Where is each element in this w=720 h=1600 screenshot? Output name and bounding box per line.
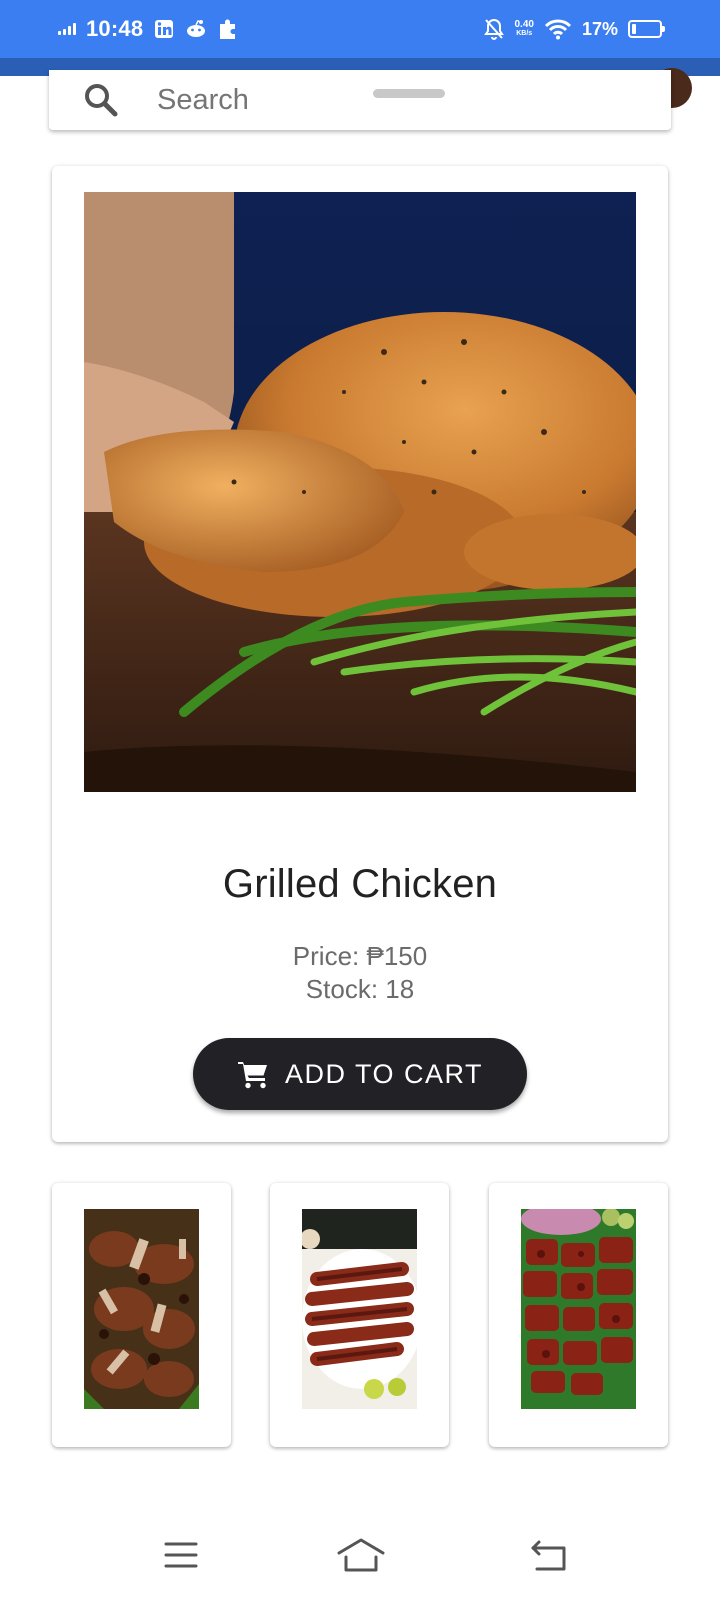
menu-button[interactable] xyxy=(146,1530,216,1580)
cart-icon xyxy=(237,1062,267,1089)
signal-icon xyxy=(58,23,76,35)
puzzle-icon xyxy=(217,18,239,40)
network-speed-value: 0.40 xyxy=(514,19,534,30)
product-name: Grilled Chicken xyxy=(222,862,498,906)
product-meta: Price: ₱150 Stock: 18 xyxy=(52,940,668,1006)
home-button[interactable] xyxy=(326,1530,396,1580)
battery-percent: 17% xyxy=(581,18,618,39)
add-to-cart-label: ADD TO CART xyxy=(284,1058,484,1089)
add-to-cart-button[interactable]: ADD TO CART xyxy=(193,1038,527,1110)
status-right: 0.40 KB/s 17% xyxy=(483,18,665,40)
search-bar xyxy=(49,70,671,130)
battery-icon xyxy=(628,20,665,38)
network-speed: 0.40 KB/s xyxy=(515,20,534,38)
linkedin-icon xyxy=(153,18,175,40)
product-card[interactable]: Grilled Chicken Price: ₱150 Stock: 18 AD… xyxy=(52,166,668,1142)
status-left: 10:48 xyxy=(58,16,239,42)
drag-handle[interactable] xyxy=(373,89,445,98)
status-time: 10:48 xyxy=(86,16,144,41)
battery-fill xyxy=(632,24,637,34)
back-button[interactable] xyxy=(514,1530,584,1580)
product-stock: Stock: 18 xyxy=(305,974,415,1004)
product-price: Price: ₱150 xyxy=(292,941,428,971)
pork-sisig-image xyxy=(521,1209,636,1409)
home-icon xyxy=(337,1538,385,1572)
search-icon[interactable] xyxy=(83,82,119,118)
reddit-icon xyxy=(185,18,207,40)
bbq-skewers-image xyxy=(302,1209,417,1409)
status-bar: 10:48 0.40 KB/s 17% xyxy=(0,0,720,58)
network-speed-unit: KB/s xyxy=(516,30,533,37)
thumbnail-card-3[interactable] xyxy=(489,1183,668,1447)
app-screen: 10:48 0.40 KB/s 17% Search Grilled Chick… xyxy=(0,0,720,1600)
menu-icon xyxy=(164,1542,198,1568)
thumbnail-card-2[interactable] xyxy=(270,1183,449,1447)
system-nav-bar xyxy=(0,1520,720,1600)
grilled-pork-image xyxy=(84,1209,199,1409)
wifi-icon xyxy=(544,18,572,40)
search-input[interactable] xyxy=(157,83,307,117)
mute-bell-icon xyxy=(483,18,505,40)
product-image[interactable] xyxy=(84,192,636,792)
thumbnail-card-1[interactable] xyxy=(52,1183,231,1447)
grilled-chicken-image xyxy=(84,192,636,792)
back-icon xyxy=(531,1540,566,1571)
